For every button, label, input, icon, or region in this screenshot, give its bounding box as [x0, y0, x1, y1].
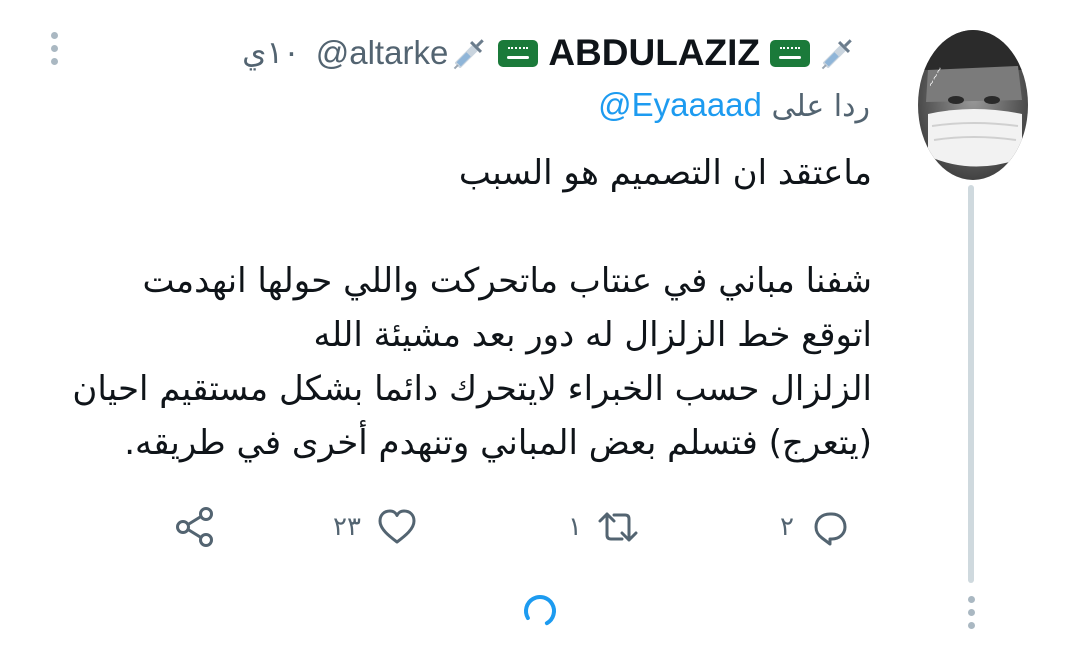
reply-count: ٢ — [780, 512, 794, 542]
tweet-text-line: اتوقع خط الزلزال له دور بعد مشيئة الله — [313, 315, 872, 355]
heart-icon — [378, 509, 416, 544]
saudi-flag-emoji-icon — [498, 39, 539, 67]
reply-icon — [814, 512, 847, 546]
avatar-photo: ~~~ — [918, 30, 1028, 180]
tweet-text-line: ماعتقد ان التصميم هو السبب — [458, 153, 872, 193]
tweet-text: ماعتقد ان التصميم هو السبب شفنا مباني في… — [42, 146, 872, 470]
tweet-text-line: الزلزال حسب الخبراء لايتحرك دائما بشكل م… — [72, 369, 872, 409]
tweet-reply-view: ABDULAZIZ @altarke ١٠ي ~~~ ردا على @Eyaa… — [0, 0, 1080, 665]
user-handle[interactable]: @altarke — [316, 34, 449, 72]
tweet-timestamp[interactable]: ١٠ي — [242, 35, 300, 71]
syringe-emoji-icon — [821, 39, 852, 70]
saudi-flag-emoji-icon — [770, 39, 810, 67]
replying-to-line: ردا على @Eyaaaad — [598, 86, 870, 124]
thread-connector-line — [968, 185, 974, 583]
like-count: ٢٣ — [333, 512, 361, 542]
replying-to-label: ردا على — [771, 89, 870, 124]
retweet-count: ١ — [568, 512, 582, 542]
share-icon — [176, 507, 213, 547]
retweet-icon — [598, 512, 638, 542]
more-options-icon[interactable] — [44, 32, 64, 66]
tweet-text-line: شفنا مباني في عنتاب ماتحركت واللي حولها … — [142, 261, 873, 301]
retweet-button[interactable]: ١ — [568, 504, 640, 550]
display-name[interactable]: ABDULAZIZ — [548, 32, 760, 74]
more-options-icon[interactable] — [961, 596, 981, 630]
syringe-emoji-icon — [454, 39, 485, 70]
avatar[interactable]: ~~~ — [918, 30, 1028, 180]
reply-to-handle-link[interactable]: @Eyaaaad — [598, 86, 762, 123]
tweet-header: ABDULAZIZ @altarke ١٠ي — [242, 28, 860, 78]
reply-button[interactable]: ٢ — [780, 504, 852, 550]
share-button[interactable] — [173, 504, 217, 550]
like-button[interactable]: ٢٣ — [333, 504, 419, 550]
tweet-text-line: (يتعرج) فتسلم بعض المباني وتنهدم أخرى في… — [124, 423, 872, 463]
tweet-text-line — [42, 200, 872, 254]
loading-spinner-icon — [524, 595, 556, 627]
